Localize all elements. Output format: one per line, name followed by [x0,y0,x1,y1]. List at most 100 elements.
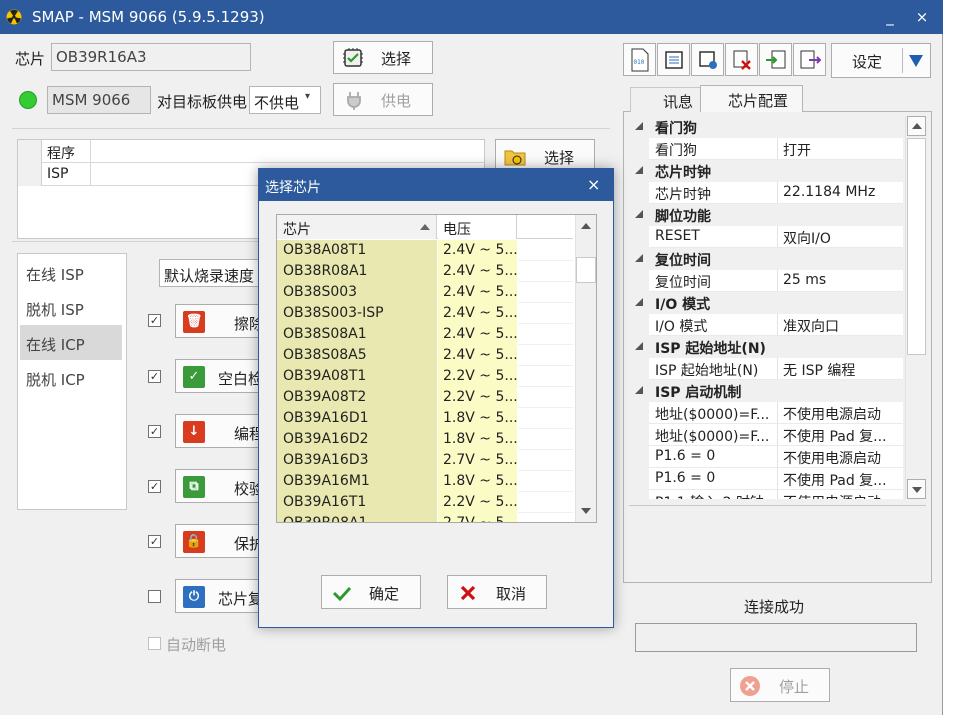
chip-reset-button[interactable]: ⏻ 芯片复 [175,579,265,613]
mode-online-isp[interactable]: 在线 ISP [20,255,122,290]
config-property-row[interactable]: RESET 双向I/O [629,226,903,248]
protect-checkbox[interactable]: ✓ [148,535,161,548]
col-voltage-header[interactable]: 电压 [438,215,517,239]
chip-list-item[interactable]: OB39A08T2 2.2V ~ 5... [277,387,573,408]
property-value[interactable]: 22.1184 MHz [783,184,875,200]
chip-reset-checkbox[interactable] [148,590,161,603]
collapse-triangle-icon[interactable] [635,298,643,306]
config-scrollbar[interactable] [905,116,926,499]
config-section-header[interactable]: I/O 模式 [629,292,903,314]
erase-checkbox[interactable]: ✓ [148,314,161,327]
power-select[interactable]: 不供电 ▾ [249,86,321,114]
export-config-button[interactable] [793,43,826,76]
chip-settings-button[interactable] [691,43,724,76]
chip-list-item[interactable]: OB38S003-ISP 2.4V ~ 5... [277,303,573,324]
collapse-triangle-icon[interactable] [635,122,643,130]
chip-scroll-up-button[interactable] [576,217,596,237]
property-value[interactable]: 不使用电源启动 [783,404,881,424]
tab-chip-config[interactable]: 芯片配置 [700,85,803,113]
col-chip-header[interactable]: 芯片 [277,215,437,239]
chip-list-item[interactable]: OB39A16M1 1.8V ~ 5... [277,471,573,492]
chip-list-button[interactable] [657,43,690,76]
config-property-row[interactable]: 地址($0000)=F... 不使用 Pad 复... [629,424,903,446]
chip-select-button[interactable]: 选择 [333,41,433,74]
chip-list-item[interactable]: OB38R08A1 2.4V ~ 5... [277,261,573,282]
config-property-row[interactable]: 看门狗 打开 [629,138,903,160]
binary-file-button[interactable]: 010 [623,43,656,76]
config-property-row[interactable]: I/O 模式 准双向口 [629,314,903,336]
chip-list-item[interactable]: OB39A08T1 2.2V ~ 5... [277,366,573,387]
chip-scroll-down-button[interactable] [576,501,596,521]
chip-list-item[interactable]: OB39A16D2 1.8V ~ 5... [277,429,573,450]
config-property-row[interactable]: P1.6 = 0 不使用电源启动 [629,446,903,468]
auto-power-off-checkbox[interactable] [148,637,161,650]
dialog-close-button[interactable]: × [587,175,600,194]
chip-scroll-thumb[interactable] [576,257,596,283]
program-row[interactable]: 程序 [42,140,485,163]
property-value[interactable]: 准双向口 [783,316,839,336]
minimize-button[interactable]: _ [880,8,900,26]
chip-list-scrollbar[interactable] [575,215,596,522]
config-section-title: I/O 模式 [655,297,711,313]
chip-name-field[interactable]: OB39R16A3 [51,43,251,71]
blank-check-button[interactable]: ✓ 空白检 [175,359,265,393]
chip-list-item[interactable]: OB38S08A5 2.4V ~ 5... [277,345,573,366]
protect-button[interactable]: 🔒 保护 [175,524,265,558]
property-value[interactable]: 无 ISP 编程 [783,360,855,380]
property-value[interactable]: 不使用 Pad 复... [783,426,887,446]
blank-check-checkbox[interactable]: ✓ [148,370,161,383]
verify-button[interactable]: ⧉ 校验 [175,469,265,503]
import-config-button[interactable] [759,43,792,76]
mode-offline-icp[interactable]: 脱机 ICP [20,360,122,395]
verify-checkbox[interactable]: ✓ [148,480,161,493]
speed-select[interactable]: 默认烧录速度 [159,259,269,287]
config-property-row[interactable]: 芯片时钟 22.1184 MHz [629,182,903,204]
config-property-row[interactable]: P1.1 输入 2 时钟... 不使用电源启动 [629,490,903,499]
mode-offline-isp[interactable]: 脱机 ISP [20,290,122,325]
config-section-header[interactable]: ISP 启动机制 [629,380,903,402]
config-property-row[interactable]: 地址($0000)=F... 不使用电源启动 [629,402,903,424]
collapse-triangle-icon[interactable] [635,254,643,262]
property-value[interactable]: 不使用电源启动 [783,448,881,468]
dialog-ok-button[interactable]: 确定 [321,575,421,609]
close-button[interactable]: × [912,8,932,26]
config-section-header[interactable]: ISP 起始地址(N) [629,336,903,358]
scroll-down-button[interactable] [907,479,926,499]
chip-list-item[interactable]: OB39R08A1 2.7V ~ 5... [277,513,573,522]
collapse-triangle-icon[interactable] [635,210,643,218]
collapse-triangle-icon[interactable] [635,166,643,174]
chip-list-item[interactable]: OB38S08A1 2.4V ~ 5... [277,324,573,345]
chip-list-item[interactable]: OB38A08T1 2.4V ~ 5... [277,240,573,261]
program-checkbox[interactable]: ✓ [148,425,161,438]
config-section-header[interactable]: 脚位功能 [629,204,903,226]
config-property-row[interactable]: 复位时间 25 ms [629,270,903,292]
scroll-thumb[interactable] [907,138,926,355]
dialog-cancel-button[interactable]: 取消 [447,575,547,609]
delete-config-button[interactable] [725,43,758,76]
collapse-triangle-icon[interactable] [635,342,643,350]
stop-button[interactable]: 停止 [730,668,830,702]
config-property-row[interactable]: ISP 起始地址(N) 无 ISP 编程 [629,358,903,380]
settings-button[interactable]: 设定 [831,43,931,78]
property-value[interactable]: 打开 [783,140,811,160]
config-section-header[interactable]: 芯片时钟 [629,160,903,182]
supply-power-button[interactable]: 供电 [333,83,433,116]
mode-online-icp[interactable]: 在线 ICP [20,325,122,360]
chip-list-item[interactable]: OB38S003 2.4V ~ 5... [277,282,573,303]
tab-info[interactable]: 讯息 [630,87,710,112]
config-section-header[interactable]: 复位时间 [629,248,903,270]
program-button[interactable]: ↓ 编程 [175,414,265,448]
property-value[interactable]: 双向I/O [783,228,831,248]
collapse-triangle-icon[interactable] [635,386,643,394]
chip-list-item[interactable]: OB39A16T1 2.2V ~ 5... [277,492,573,513]
settings-dropdown-icon[interactable] [909,55,923,67]
config-property-row[interactable]: P1.6 = 0 不使用 Pad 复... [629,468,903,490]
chip-list-item[interactable]: OB39A16D1 1.8V ~ 5... [277,408,573,429]
erase-button[interactable]: 🗑 擦除 [175,304,265,338]
property-value[interactable]: 25 ms [783,272,826,288]
scroll-up-button[interactable] [907,116,926,136]
property-value[interactable]: 不使用电源启动 [783,492,881,499]
config-section-header[interactable]: 看门狗 [629,116,903,138]
chip-list-item[interactable]: OB39A16D3 2.7V ~ 5... [277,450,573,471]
property-value[interactable]: 不使用 Pad 复... [783,470,887,490]
